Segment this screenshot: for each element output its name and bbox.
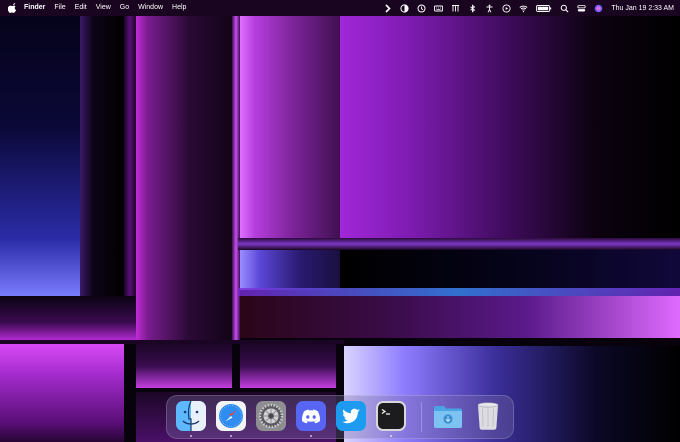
running-indicator	[390, 435, 392, 437]
menu-app-name[interactable]: Finder	[24, 0, 45, 16]
menu-go[interactable]: Go	[120, 0, 129, 16]
running-indicator	[190, 435, 192, 437]
dock-separator	[421, 402, 422, 432]
safari-icon	[216, 401, 246, 431]
siri-icon[interactable]	[594, 4, 603, 13]
control-center-icon[interactable]	[577, 4, 586, 13]
menu-edit[interactable]: Edit	[75, 0, 87, 16]
search-icon[interactable]	[560, 4, 569, 13]
running-indicator	[310, 435, 312, 437]
menu-window[interactable]: Window	[138, 0, 163, 16]
apple-menu-icon[interactable]	[7, 3, 18, 13]
dock-discord[interactable]	[295, 400, 327, 432]
play-icon[interactable]	[502, 3, 511, 13]
display-icon[interactable]	[451, 4, 460, 13]
trash-icon	[477, 402, 499, 430]
time-machine-icon[interactable]	[417, 4, 426, 13]
dock-twitter[interactable]	[335, 400, 367, 432]
chevron-right-icon[interactable]	[383, 3, 392, 13]
dock-system-settings[interactable]	[255, 400, 287, 432]
settings-icon	[256, 401, 286, 431]
menu-file[interactable]: File	[54, 0, 65, 16]
contrast-icon[interactable]	[400, 3, 409, 13]
dock-terminal[interactable]	[375, 400, 407, 432]
keyboard-icon[interactable]	[434, 4, 444, 13]
wifi-icon[interactable]	[519, 4, 528, 13]
dock	[166, 395, 514, 439]
discord-icon	[296, 401, 326, 431]
dock-downloads[interactable]	[432, 400, 464, 432]
menu-help[interactable]: Help	[172, 0, 186, 16]
dock-safari[interactable]	[215, 400, 247, 432]
menu-clock[interactable]: Thu Jan 19 2:33 AM	[611, 5, 674, 12]
twitter-icon	[336, 401, 366, 431]
accessibility-icon[interactable]	[485, 4, 494, 13]
dock-finder[interactable]	[175, 400, 207, 432]
dock-trash[interactable]	[472, 400, 504, 432]
menu-bar: Finder File Edit View Go Window Help Thu…	[0, 0, 680, 16]
running-indicator	[230, 435, 232, 437]
finder-icon	[176, 400, 206, 431]
bluetooth-icon[interactable]	[468, 3, 477, 13]
menu-view[interactable]: View	[96, 0, 111, 16]
desktop-wallpaper	[0, 0, 680, 442]
terminal-icon	[376, 401, 406, 431]
battery-icon[interactable]	[536, 4, 552, 13]
downloads-folder-icon	[434, 406, 462, 428]
